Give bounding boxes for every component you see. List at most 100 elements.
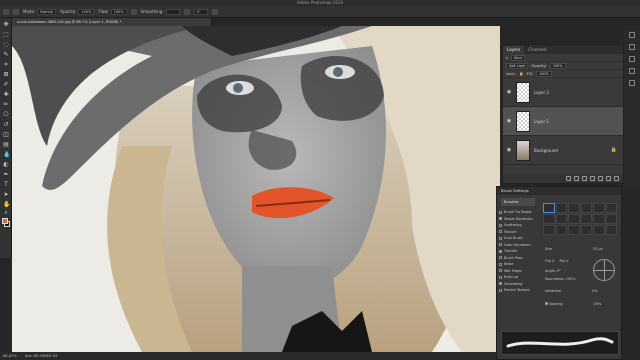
brush-tip[interactable] — [568, 203, 580, 213]
brush-tip[interactable] — [593, 225, 605, 235]
tab-layers[interactable]: Layers — [503, 46, 525, 54]
adjustments-panel-icon[interactable] — [629, 56, 635, 62]
crop-tool-icon[interactable]: ⌗ — [3, 62, 9, 68]
checkbox[interactable] — [499, 223, 502, 227]
kind-select[interactable]: Kind — [511, 54, 525, 61]
checkbox[interactable] — [499, 217, 502, 221]
history-brush-tool-icon[interactable]: ↺ — [3, 122, 9, 128]
brush-tip[interactable] — [580, 225, 592, 235]
mode-control[interactable]: Mode: Normal — [23, 8, 56, 15]
brush-tip[interactable] — [568, 225, 580, 235]
eye-icon[interactable]: ◉ — [506, 118, 512, 124]
layer-row-layer-2[interactable]: ◉ Layer 2 — [503, 78, 623, 107]
eyedropper-tool-icon[interactable]: ✐ — [3, 82, 9, 88]
flip-y-checkbox[interactable]: Flip Y — [559, 259, 568, 263]
pen-tool-icon[interactable]: ✒ — [3, 172, 9, 178]
pressure-size-icon[interactable] — [211, 8, 218, 15]
clone-stamp-tool-icon[interactable]: ⎔ — [3, 112, 9, 118]
zoom-readout[interactable]: 66.67% — [3, 352, 17, 360]
gradient-tool-icon[interactable]: ▤ — [3, 142, 9, 148]
home-icon[interactable] — [3, 8, 9, 15]
eye-icon[interactable]: ◉ — [506, 89, 512, 95]
brush-option[interactable]: Protect Texture — [499, 287, 539, 294]
angle-roundness-widget[interactable] — [593, 259, 615, 281]
brush-tip[interactable] — [605, 225, 617, 235]
brush-tip[interactable] — [543, 214, 555, 224]
checkbox[interactable] — [499, 282, 502, 286]
checkbox[interactable] — [499, 249, 502, 253]
angle-control[interactable]: 0° — [193, 8, 208, 15]
checkbox[interactable] — [499, 230, 502, 234]
brush-tip[interactable] — [593, 214, 605, 224]
checkbox[interactable] — [499, 288, 502, 292]
checkbox[interactable] — [499, 256, 502, 260]
flow-control[interactable]: Flow: 100% — [98, 8, 127, 15]
smoothing-control[interactable]: Smoothing: — [141, 8, 180, 15]
opacity-control[interactable]: Opacity: 100% — [60, 8, 95, 15]
fill-field[interactable]: 100% — [536, 70, 552, 77]
properties-panel-icon[interactable] — [629, 44, 635, 50]
brush-tip[interactable] — [580, 214, 592, 224]
document-canvas[interactable] — [12, 26, 500, 352]
flip-x-checkbox[interactable]: Flip X — [545, 259, 554, 263]
brush-tip[interactable] — [605, 214, 617, 224]
smoothing-options-icon[interactable] — [183, 8, 190, 15]
lock-icon[interactable]: 🔒 — [519, 71, 524, 76]
brush-tip[interactable] — [605, 203, 617, 213]
adjustment-layer-icon[interactable] — [590, 176, 595, 181]
eye-icon[interactable]: ◉ — [506, 147, 512, 153]
brush-tip[interactable] — [555, 203, 567, 213]
brush-preset-icon[interactable] — [13, 8, 19, 15]
checkbox[interactable] — [499, 243, 502, 247]
flow-field[interactable]: 100% — [110, 8, 127, 15]
frame-tool-icon[interactable]: ⊠ — [3, 72, 9, 78]
brush-tool-icon[interactable]: ✏ — [3, 102, 9, 108]
brush-tip[interactable] — [593, 203, 605, 213]
marquee-tool-icon[interactable]: ⬚ — [3, 32, 9, 38]
checkbox[interactable] — [499, 262, 502, 266]
brush-tip[interactable] — [568, 214, 580, 224]
hand-tool-icon[interactable]: ✋ — [3, 202, 10, 208]
foreground-color-swatch[interactable] — [2, 218, 8, 224]
brush-tip[interactable] — [543, 203, 555, 213]
history-panel-icon[interactable] — [629, 32, 635, 38]
zoom-tool-icon[interactable]: ⌕ — [3, 210, 9, 216]
size-row[interactable]: Size 53 px — [545, 247, 603, 251]
tab-channels[interactable]: Channels — [524, 46, 551, 54]
eraser-tool-icon[interactable]: ◫ — [3, 132, 9, 138]
airbrush-icon[interactable] — [130, 8, 137, 15]
hardness-value[interactable]: 0% — [592, 289, 597, 293]
opacity-field[interactable]: 100% — [78, 8, 95, 15]
checkbox[interactable] — [499, 275, 502, 279]
layer-row-layer-1[interactable]: ◉ Layer 1 — [503, 107, 623, 136]
blend-mode-select[interactable]: Soft Light — [506, 62, 529, 69]
blur-tool-icon[interactable]: 💧 — [3, 152, 10, 158]
color-panel-icon[interactable] — [629, 80, 635, 86]
brush-tip[interactable] — [580, 203, 592, 213]
brush-tip[interactable] — [555, 225, 567, 235]
checkbox[interactable] — [499, 210, 502, 214]
spacing-checkbox[interactable] — [545, 302, 548, 305]
brush-tip[interactable] — [543, 225, 555, 235]
new-group-icon[interactable] — [598, 176, 603, 181]
checkbox[interactable] — [499, 236, 502, 240]
link-layers-icon[interactable] — [566, 176, 571, 181]
size-value[interactable]: 53 px — [593, 247, 603, 251]
mode-select[interactable]: Normal — [37, 8, 56, 15]
layer-opacity-field[interactable]: 100% — [549, 62, 566, 69]
move-tool-icon[interactable]: ✥ — [3, 22, 9, 28]
spacing-value[interactable]: 25% — [594, 302, 602, 306]
checkbox[interactable] — [499, 269, 502, 273]
type-tool-icon[interactable]: T — [3, 182, 9, 188]
document-tab[interactable]: uncle-halloween-5881148.jpg @ 66.7% (Lay… — [12, 18, 212, 26]
dodge-tool-icon[interactable]: ◐ — [3, 162, 9, 168]
brush-tip[interactable] — [555, 214, 567, 224]
smoothing-field[interactable] — [165, 8, 180, 15]
quick-select-tool-icon[interactable]: ✎ — [3, 52, 9, 58]
spacing-row[interactable]: Spacing 25% — [545, 302, 601, 306]
angle-value[interactable]: 0° — [557, 269, 561, 273]
angle-field[interactable]: 0° — [193, 8, 208, 15]
layer-style-icon[interactable] — [574, 176, 579, 181]
swatches-panel-icon[interactable] — [629, 68, 635, 74]
roundness-value[interactable]: 100% — [566, 277, 576, 281]
